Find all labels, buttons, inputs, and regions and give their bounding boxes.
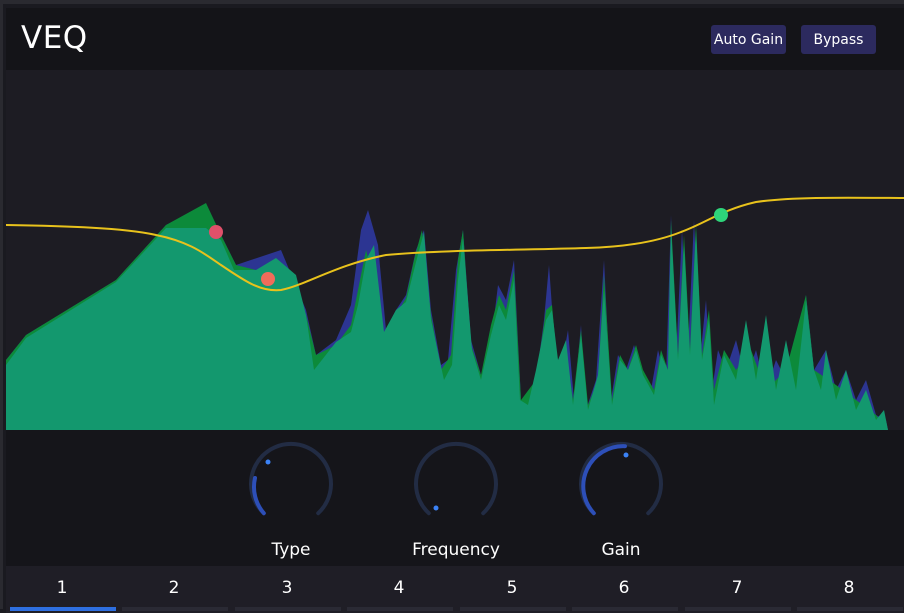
auto-gain-button[interactable]: Auto Gain — [711, 25, 786, 54]
type-knob-dial[interactable] — [243, 438, 339, 534]
eq-node-2[interactable] — [261, 272, 275, 286]
band-tab-label: 4 — [393, 578, 405, 598]
band-tab-6[interactable]: 6 — [568, 566, 680, 613]
band-tab-indicator — [685, 607, 791, 611]
band-tab-label: 6 — [618, 578, 630, 598]
header-bar: VEQ Auto Gain Bypass — [6, 8, 904, 70]
type-knob-label: Type — [271, 540, 311, 560]
band-tab-4[interactable]: 4 — [343, 566, 455, 613]
gain-knob-label: Gain — [601, 540, 641, 560]
band-tab-label: 1 — [56, 578, 68, 598]
band-tab-indicator — [10, 607, 116, 611]
bypass-button[interactable]: Bypass — [801, 25, 876, 54]
band-tab-indicator — [122, 607, 228, 611]
band-tab-8[interactable]: 8 — [793, 566, 904, 613]
frequency-knob[interactable]: Frequency — [408, 438, 504, 560]
band-tab-indicator — [572, 607, 678, 611]
band-selector: 1 2 3 4 5 6 7 8 — [6, 566, 904, 613]
band-tab-label: 5 — [506, 578, 518, 598]
spectrum-display — [6, 196, 904, 430]
band-tab-7[interactable]: 7 — [681, 566, 793, 613]
band-tab-label: 2 — [168, 578, 180, 598]
band-tab-indicator — [460, 607, 566, 611]
band-tab-indicator — [797, 607, 903, 611]
eq-node-1[interactable] — [209, 225, 223, 239]
band-tab-3[interactable]: 3 — [231, 566, 343, 613]
gain-knob[interactable]: Gain — [573, 438, 669, 560]
gain-knob-dial[interactable] — [573, 438, 669, 534]
band-tab-indicator — [347, 607, 453, 611]
plugin-window: VEQ Auto Gain Bypass Type Frequency Gain… — [0, 0, 904, 613]
band-tab-indicator — [235, 607, 341, 611]
band-tab-2[interactable]: 2 — [118, 566, 230, 613]
knob-panel: Type Frequency Gain — [6, 430, 904, 566]
band-tab-label: 3 — [281, 578, 293, 598]
band-tab-label: 8 — [843, 578, 855, 598]
eq-node-3[interactable] — [714, 208, 728, 222]
frequency-knob-dial[interactable] — [408, 438, 504, 534]
type-knob[interactable]: Type — [243, 438, 339, 560]
app-title: VEQ — [21, 20, 88, 56]
eq-graph[interactable] — [6, 70, 904, 430]
frequency-knob-label: Frequency — [412, 540, 500, 560]
band-tab-5[interactable]: 5 — [456, 566, 568, 613]
band-tab-1[interactable]: 1 — [6, 566, 118, 613]
band-tab-label: 7 — [731, 578, 743, 598]
